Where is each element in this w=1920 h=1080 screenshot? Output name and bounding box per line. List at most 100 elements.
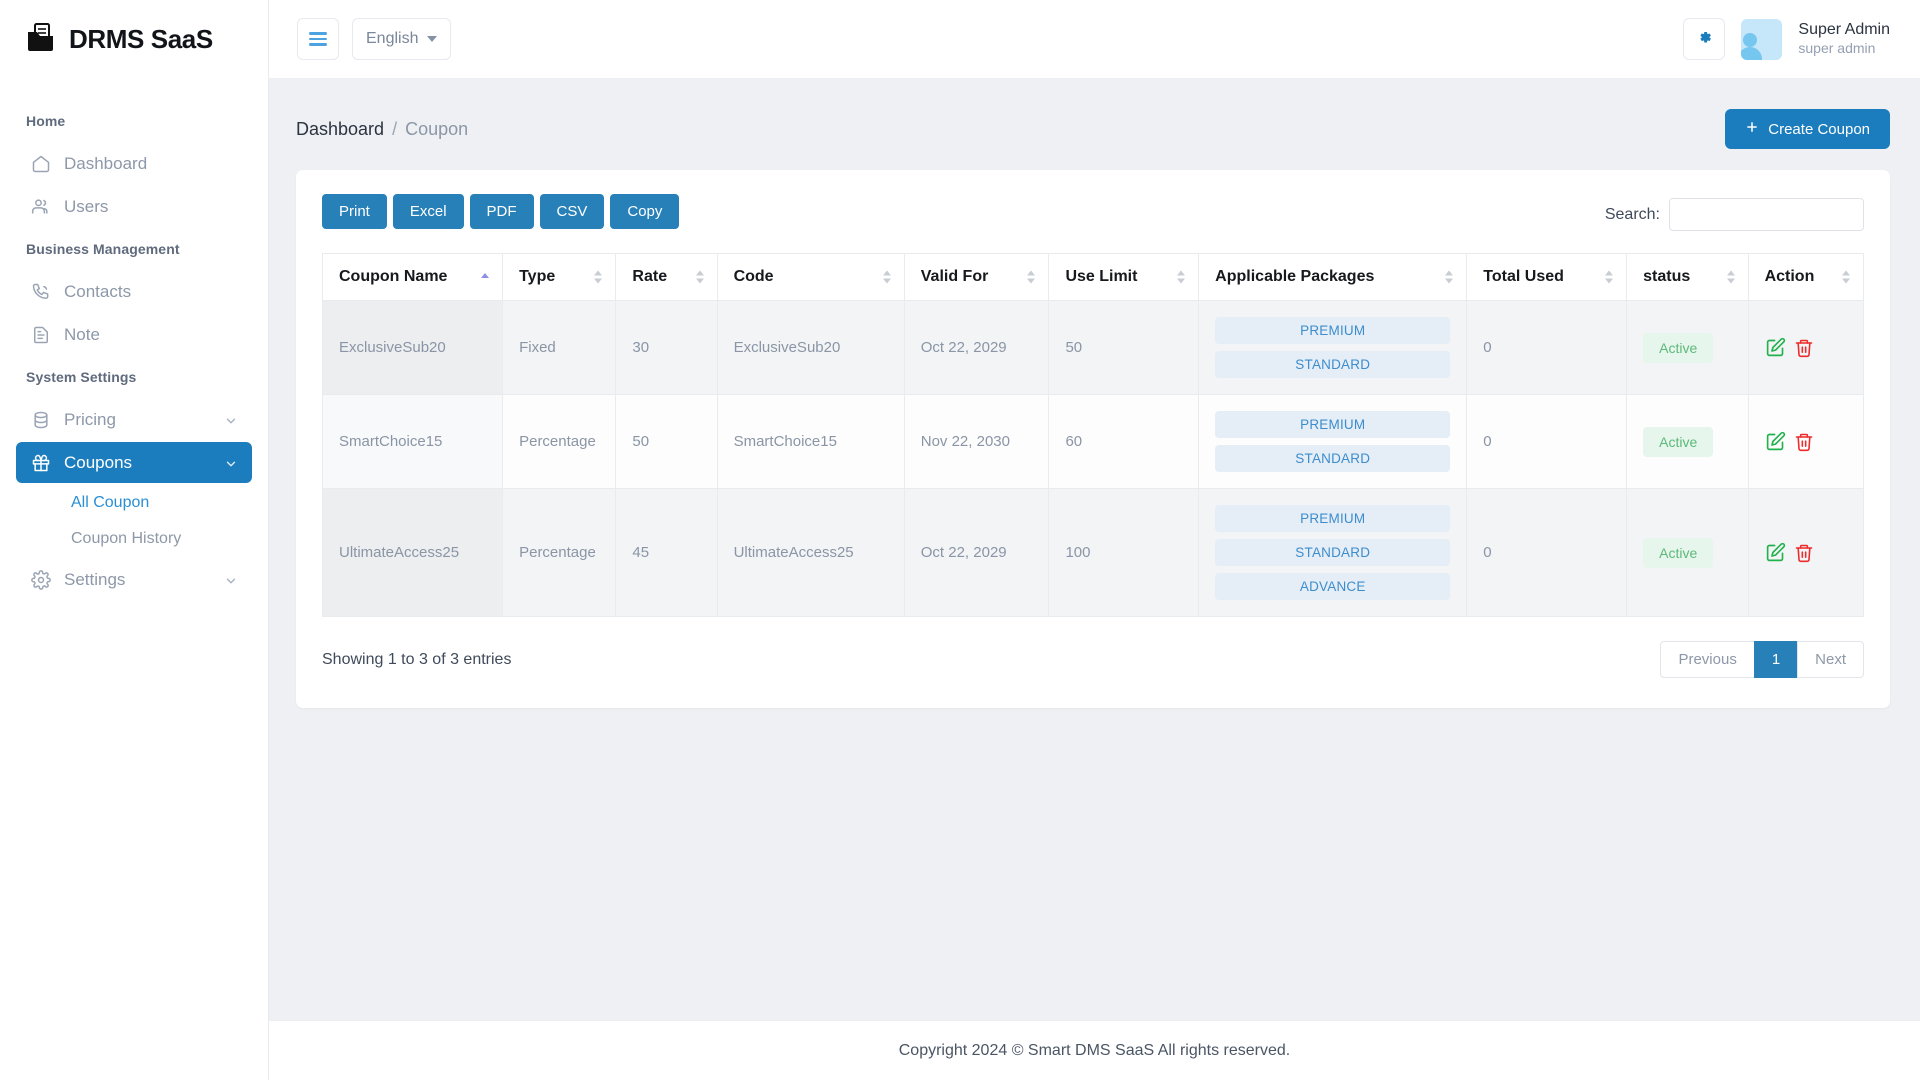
edit-button[interactable] [1765, 431, 1786, 452]
pagination-page-1[interactable]: 1 [1753, 641, 1799, 678]
print-button[interactable]: Print [322, 194, 387, 229]
table-body: ExclusiveSub20 Fixed 30 ExclusiveSub20 O… [321, 300, 1865, 617]
documents-folder-icon [26, 22, 60, 57]
sort-indicator [1177, 270, 1186, 284]
cell-use-limit: 100 [1048, 488, 1200, 617]
sort-indicator [1605, 270, 1614, 284]
gift-icon [30, 452, 51, 473]
sidebar-item-pricing[interactable]: Pricing [16, 399, 252, 440]
package-badge: ADVANCE [1215, 573, 1451, 600]
sidebar-item-note[interactable]: Note [16, 314, 252, 355]
main-area: English Super Admin super admin Dashboar… [269, 0, 1920, 1080]
user-info[interactable]: Super Admin super admin [1798, 20, 1890, 58]
package-badge: PREMIUM [1215, 505, 1451, 532]
cell-action [1747, 488, 1865, 617]
column-total-used[interactable]: Total Used [1466, 253, 1628, 301]
entries-info: Showing 1 to 3 of 3 entries [322, 650, 512, 668]
note-icon [30, 324, 51, 345]
package-badge: STANDARD [1215, 351, 1451, 378]
column-action[interactable]: Action [1747, 253, 1865, 301]
edit-icon [1765, 542, 1786, 566]
cell-rate: 50 [615, 394, 718, 489]
delete-button[interactable] [1794, 338, 1814, 358]
delete-icon [1794, 433, 1814, 455]
sidebar-subitem-all-coupon[interactable]: All Coupon [16, 485, 252, 521]
language-selector[interactable]: English [352, 18, 452, 60]
pdf-button[interactable]: PDF [469, 194, 534, 229]
sidebar-item-contacts[interactable]: Contacts [16, 271, 252, 312]
breadcrumb-root[interactable]: Dashboard [296, 119, 384, 140]
cell-type: Percentage [502, 488, 617, 617]
pagination-next[interactable]: Next [1797, 641, 1864, 678]
table-row: SmartChoice15 Percentage 50 SmartChoice1… [321, 394, 1865, 489]
column-status[interactable]: status [1626, 253, 1749, 301]
sidebar-toggle-button[interactable] [297, 18, 339, 60]
copy-button[interactable]: Copy [610, 194, 680, 229]
pagination-previous[interactable]: Previous [1660, 641, 1755, 678]
column-applicable-packages[interactable]: Applicable Packages [1198, 253, 1468, 301]
package-badge: PREMIUM [1215, 317, 1451, 344]
table-row: UltimateAccess25 Percentage 45 UltimateA… [321, 488, 1865, 617]
user-name: Super Admin [1798, 21, 1890, 39]
column-rate[interactable]: Rate [615, 253, 718, 301]
sidebar-item-label: Users [64, 196, 109, 216]
csv-button[interactable]: CSV [539, 194, 605, 229]
cell-action [1747, 300, 1865, 395]
delete-button[interactable] [1794, 543, 1814, 563]
settings-button[interactable] [1683, 18, 1726, 60]
cell-code: ExclusiveSub20 [716, 300, 905, 395]
export-buttons: Print Excel PDF CSV Copy [322, 194, 680, 229]
status-badge: Active [1643, 537, 1714, 568]
cell-valid-for: Oct 22, 2029 [903, 488, 1050, 617]
cell-applicable-packages: PREMIUM STANDARD [1198, 394, 1468, 489]
sidebar-item-users[interactable]: Users [16, 186, 252, 227]
nav-section-business-management: Business Management [26, 241, 180, 257]
column-use-limit[interactable]: Use Limit [1048, 253, 1200, 301]
chevron-down-icon [224, 413, 238, 427]
edit-button[interactable] [1765, 337, 1786, 358]
avatar[interactable] [1741, 18, 1783, 60]
users-icon [30, 196, 51, 217]
sidebar-item-label: Note [64, 324, 100, 344]
chevron-down-icon [427, 36, 438, 42]
sidebar-item-dashboard[interactable]: Dashboard [16, 143, 252, 184]
sort-indicator [1445, 270, 1454, 284]
sidebar-item-coupons[interactable]: Coupons [16, 442, 252, 483]
sidebar-item-label: Coupons [64, 452, 133, 472]
page-header: Dashboard / Coupon Create Coupon [296, 105, 1890, 153]
search-label: Search: [1604, 205, 1660, 223]
gear-icon [1696, 29, 1713, 50]
coupon-table: Coupon Name Type Rate Code Valid For Use… [321, 253, 1865, 617]
search-area: Search: [1605, 194, 1864, 231]
delete-button[interactable] [1794, 432, 1814, 452]
table-toolbar: Print Excel PDF CSV Copy Search: [322, 194, 1864, 231]
column-coupon-name[interactable]: Coupon Name [321, 253, 504, 301]
sidebar-subitem-coupon-history[interactable]: Coupon History [16, 521, 252, 557]
user-role: super admin [1798, 40, 1876, 57]
coupon-table-card: Print Excel PDF CSV Copy Search: Coupon … [296, 170, 1890, 708]
column-code[interactable]: Code [716, 253, 905, 301]
gear-icon [30, 569, 51, 590]
brand-logo[interactable]: DRMS SaaS [0, 0, 268, 79]
create-coupon-label: Create Coupon [1768, 120, 1870, 138]
cell-rate: 45 [615, 488, 718, 617]
sort-indicator [1726, 270, 1736, 284]
breadcrumb-current: Coupon [405, 118, 469, 139]
column-valid-for[interactable]: Valid For [903, 253, 1050, 301]
excel-button[interactable]: Excel [392, 194, 464, 229]
search-input[interactable] [1669, 198, 1864, 231]
plus-icon [1745, 120, 1759, 138]
topbar: English Super Admin super admin [269, 0, 1920, 79]
phone-icon [30, 281, 51, 302]
cell-status: Active [1626, 488, 1749, 617]
sidebar-nav: Home Dashboard Users Business Management… [0, 79, 268, 602]
sidebar-item-settings[interactable]: Settings [16, 559, 252, 600]
create-coupon-button[interactable]: Create Coupon [1725, 109, 1890, 149]
user-avatar-icon [1742, 32, 1757, 47]
status-badge: Active [1643, 332, 1714, 363]
table-footer: Showing 1 to 3 of 3 entries Previous 1 N… [322, 641, 1864, 678]
language-label: English [366, 30, 419, 47]
edit-icon [1765, 337, 1786, 361]
edit-button[interactable] [1765, 542, 1786, 563]
column-type[interactable]: Type [502, 253, 617, 301]
